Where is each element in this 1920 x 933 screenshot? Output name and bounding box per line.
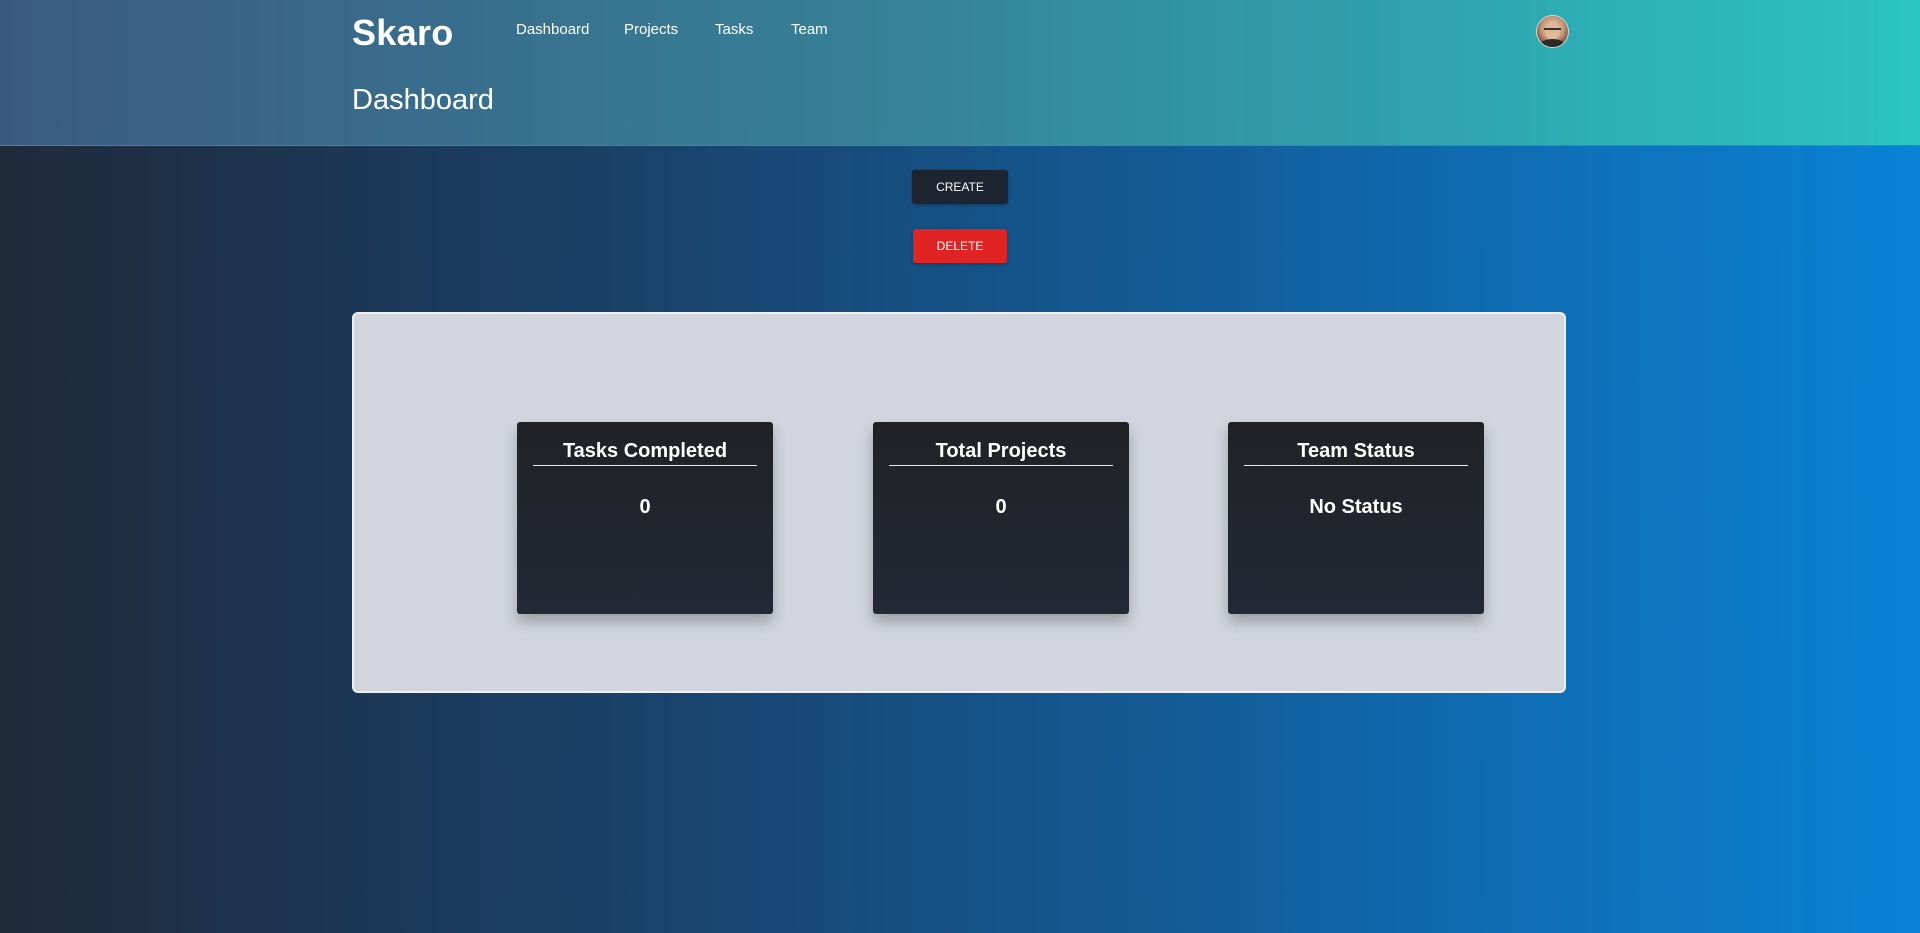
stat-card-value: 0	[639, 496, 651, 518]
brand-logo[interactable]: Skaro	[352, 12, 454, 54]
top-header: Skaro Dashboard Projects Tasks Team Dash…	[0, 0, 1920, 146]
nav-item-tasks[interactable]: Tasks	[715, 21, 753, 38]
stat-card-tasks-completed: Tasks Completed 0	[517, 422, 773, 614]
stat-card-title: Team Status	[1244, 440, 1468, 466]
stat-card-value: 0	[995, 496, 1007, 518]
delete-button[interactable]: DELETE	[913, 229, 1007, 263]
stat-card-value: No Status	[1309, 496, 1403, 518]
user-avatar-icon[interactable]	[1536, 15, 1569, 48]
nav-item-dashboard[interactable]: Dashboard	[516, 21, 589, 38]
stats-panel: Tasks Completed 0 Total Projects 0 Team …	[352, 312, 1566, 693]
avatar-glasses	[1544, 28, 1561, 34]
stat-card-team-status: Team Status No Status	[1228, 422, 1484, 614]
nav-item-projects[interactable]: Projects	[624, 21, 678, 38]
page-title: Dashboard	[352, 84, 494, 116]
stat-card-title: Total Projects	[889, 440, 1113, 466]
avatar-shirt	[1540, 39, 1565, 47]
stat-card-title: Tasks Completed	[533, 440, 757, 466]
create-button[interactable]: CREATE	[912, 170, 1008, 204]
stat-card-total-projects: Total Projects 0	[873, 422, 1129, 614]
nav-item-team[interactable]: Team	[791, 21, 828, 38]
